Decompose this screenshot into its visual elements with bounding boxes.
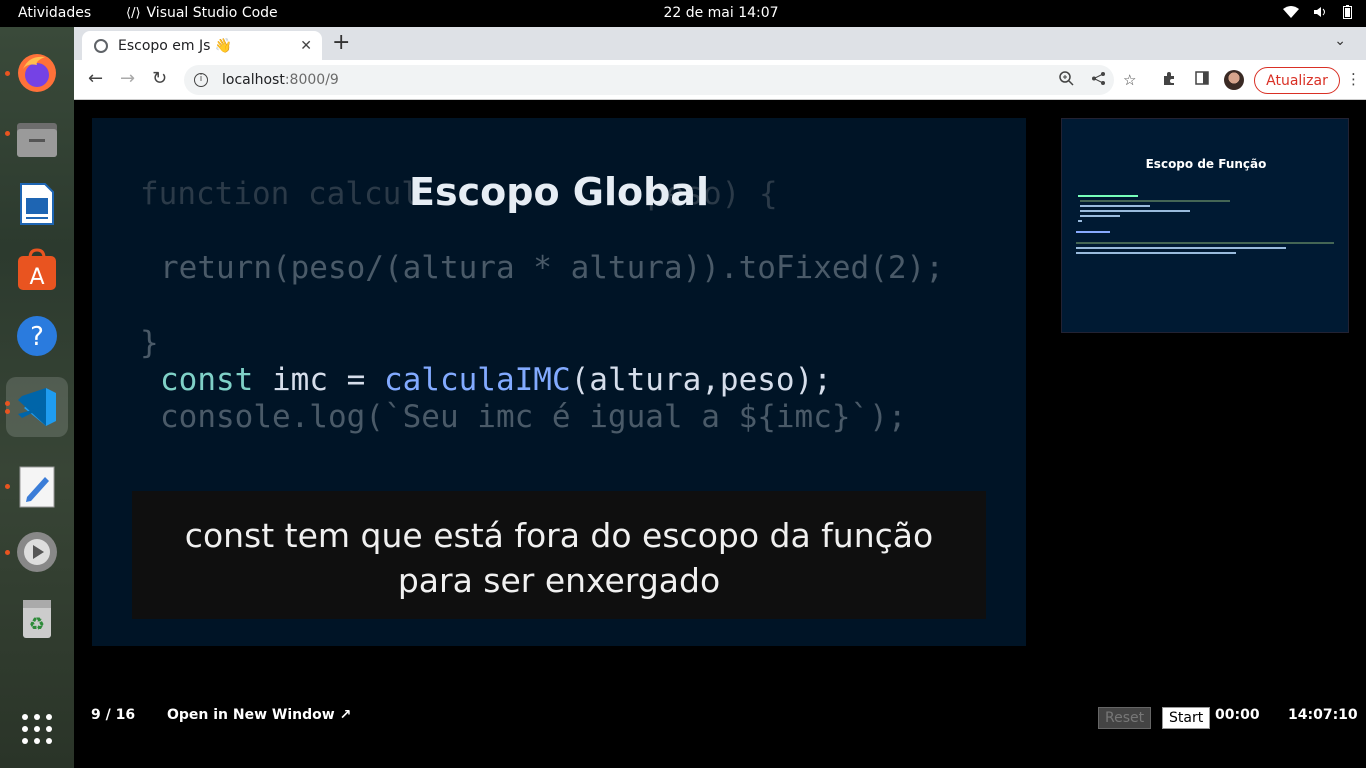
next-slide-preview[interactable]: Escopo de Função [1061,118,1349,333]
text-editor-icon[interactable] [13,463,61,511]
video-player-icon[interactable] [13,528,61,576]
svg-text:A: A [29,265,44,290]
browser-toolbar: ← → ↻ i localhost:8000/9 ☆ Atualizar ⋮ [74,60,1366,100]
tab-close-icon[interactable]: ✕ [300,38,312,54]
function-call-args: (altura,peso); [570,362,832,398]
preview-title: Escopo de Função [1145,157,1267,171]
svg-text:♻: ♻ [29,614,45,635]
writer-icon[interactable] [13,180,61,228]
trash-icon[interactable]: ♻ [13,594,61,642]
running-indicator [5,131,10,136]
caption-line-1: const tem que está fora do escopo da fun… [184,516,934,555]
extensions-icon[interactable] [1162,71,1177,90]
system-tray[interactable] [1283,5,1352,23]
code-line-const: const imc = calculaIMC(altura,peso); [160,362,832,398]
const-assignment: imc = [253,362,384,398]
current-time: 14:07:10 [1288,707,1358,723]
app-center-icon[interactable]: A [13,246,61,294]
system-top-bar: Atividades ⟨/⟩ Visual Studio Code 22 de … [0,0,1366,27]
reset-button[interactable]: Reset [1098,707,1152,729]
browser-tab[interactable]: Escopo em Js 👋 ✕ [82,31,322,60]
profile-avatar[interactable] [1224,70,1244,90]
help-icon[interactable]: ? [13,312,61,360]
open-new-window-link[interactable]: Open in New Window ↗ [167,707,351,723]
tab-title: Escopo em Js 👋 [118,37,233,54]
more-menu-icon[interactable]: ⋮ [1346,70,1361,88]
new-tab-button[interactable]: + [332,30,350,55]
volume-icon [1313,6,1329,22]
zoom-icon[interactable] [1059,71,1074,90]
bookmark-star-icon[interactable]: ☆ [1123,71,1136,89]
presentation-page: function calcul peso) { Escopo Global re… [74,100,1366,768]
const-keyword: const [160,362,254,398]
running-indicator [5,401,10,406]
caption-line-2: para ser enxergado [397,561,721,600]
vscode-dock-icon[interactable] [6,377,68,437]
browser-tab-bar: Escopo em Js 👋 ✕ + ⌄ [74,27,1366,60]
battery-icon [1343,5,1352,23]
running-indicator [5,71,10,76]
url-host: localhost [222,72,285,88]
wifi-icon [1283,6,1299,22]
slide-title: Escopo Global [409,170,709,214]
reload-icon[interactable]: ↻ [152,70,167,88]
slide-caption: const tem que está fora do escopo da fun… [132,491,986,619]
globe-icon [94,38,108,53]
firefox-icon[interactable] [13,49,61,97]
code-line-return: return(peso/(altura * altura)).toFixed(2… [160,250,944,286]
files-icon[interactable] [13,115,61,163]
side-panel-icon[interactable] [1195,71,1209,89]
current-slide[interactable]: function calcul peso) { Escopo Global re… [92,118,1026,646]
share-icon[interactable] [1091,71,1106,90]
update-button[interactable]: Atualizar [1254,67,1340,94]
running-indicator [5,484,10,489]
clock[interactable]: 22 de mai 14:07 [0,5,1366,21]
tab-search-chevron-icon[interactable]: ⌄ [1334,33,1346,49]
url-path: :8000/9 [284,72,339,88]
svg-text:?: ? [30,322,44,352]
address-bar[interactable]: i localhost:8000/9 [184,65,1114,95]
preview-code-thumbnail [1076,193,1336,266]
running-indicator [5,409,10,414]
running-indicator [5,550,10,555]
presenter-footer: 9 / 16 Open in New Window ↗ Reset Start … [74,700,1366,730]
start-button[interactable]: Start [1162,707,1211,729]
page-counter: 9 / 16 [91,707,136,723]
code-line-console: console.log(`Seu imc é igual a ${imc}`); [160,399,907,435]
show-apps-icon[interactable] [13,705,61,753]
function-call-name: calculaIMC [383,362,571,398]
site-info-icon[interactable]: i [194,73,208,87]
code-line-close-brace: } [140,325,159,361]
back-arrow-icon[interactable]: ← [88,70,103,88]
forward-arrow-icon[interactable]: → [120,70,135,88]
timer: 00:00 [1215,707,1260,723]
dock: A ? ♻ [0,27,74,768]
